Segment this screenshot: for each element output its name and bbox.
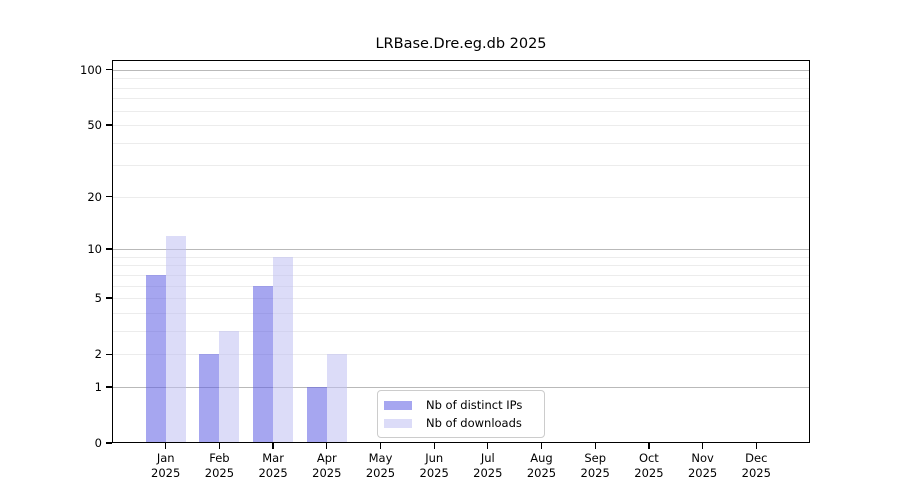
x-tick-aug bbox=[540, 443, 543, 449]
x-tick-nov bbox=[701, 443, 704, 449]
bar-distinct-ips-mar bbox=[253, 285, 274, 443]
y-tick-10 bbox=[106, 248, 112, 250]
y-tick-label-20: 20 bbox=[87, 189, 102, 204]
legend-label-distinct-ips: Nb of distinct IPs bbox=[426, 398, 523, 412]
bar-distinct-ips-jan bbox=[145, 274, 166, 443]
legend-label-downloads: Nb of downloads bbox=[426, 416, 522, 430]
y-tick-50 bbox=[106, 124, 112, 126]
gridline-minor-90 bbox=[112, 78, 810, 80]
gridline-minor-9 bbox=[112, 256, 810, 258]
gridline-minor-3 bbox=[112, 330, 810, 332]
bar-downloads-feb bbox=[219, 330, 240, 443]
x-tick-feb bbox=[218, 443, 221, 449]
y-tick-2 bbox=[106, 353, 112, 355]
x-tick-oct bbox=[648, 443, 650, 449]
bar-distinct-ips-apr bbox=[306, 386, 327, 443]
x-tick-sep bbox=[594, 443, 596, 449]
x-tick-mar bbox=[272, 443, 274, 449]
gridline-minor-50 bbox=[112, 125, 810, 126]
gridline-minor-7 bbox=[112, 274, 810, 276]
y-tick-label-50: 50 bbox=[87, 118, 102, 132]
chart: LRBase.Dre.eg.db 2025 0 1 2 5 10 20 50 100 Jan 2… bbox=[0, 0, 900, 500]
bar-downloads-apr bbox=[326, 354, 347, 443]
y-tick-label-100: 100 bbox=[80, 62, 102, 77]
x-tick-apr bbox=[326, 443, 328, 449]
bar-downloads-jan bbox=[165, 235, 186, 443]
y-tick-20 bbox=[106, 196, 112, 198]
gridline-minor-60 bbox=[112, 110, 810, 112]
gridline-major-100 bbox=[112, 69, 810, 71]
legend-swatch-downloads bbox=[384, 418, 412, 428]
y-tick-100 bbox=[106, 69, 112, 71]
y-tick-5 bbox=[106, 297, 112, 299]
gridline-minor-80 bbox=[112, 87, 810, 89]
x-tick-jan bbox=[165, 443, 167, 449]
gridline-minor-40 bbox=[112, 142, 810, 144]
x-tick-dec bbox=[755, 443, 757, 449]
gridline-minor-8 bbox=[112, 265, 810, 267]
bar-downloads-mar bbox=[273, 256, 294, 443]
y-tick-label-2: 2 bbox=[94, 347, 102, 362]
y-tick-label-5: 5 bbox=[94, 291, 102, 306]
gridline-major-10 bbox=[112, 249, 810, 251]
legend-row-downloads: Nb of downloads bbox=[384, 416, 544, 430]
x-tick-jul bbox=[487, 443, 489, 449]
chart-title: LRBase.Dre.eg.db 2025 bbox=[375, 36, 547, 52]
gridline-minor-5 bbox=[112, 298, 810, 300]
legend-row-distinct-ips: Nb of distinct IPs bbox=[384, 398, 544, 412]
legend-swatch-distinct-ips bbox=[384, 400, 412, 410]
y-tick-label-10: 10 bbox=[87, 242, 102, 257]
y-tick-1 bbox=[106, 386, 112, 388]
y-tick-label-1: 1 bbox=[94, 379, 102, 394]
legend: Nb of distinct IPs Nb of downloads bbox=[377, 390, 545, 438]
x-tick-label-dec: Dec 2025 bbox=[741, 451, 771, 480]
y-tick-0 bbox=[106, 442, 112, 444]
gridline-minor-70 bbox=[112, 98, 810, 100]
y-tick-label-0: 0 bbox=[94, 436, 102, 450]
bar-distinct-ips-feb bbox=[199, 354, 220, 443]
gridline-minor-4 bbox=[112, 312, 810, 314]
x-tick-jun bbox=[433, 443, 435, 449]
gridline-minor-6 bbox=[112, 285, 810, 287]
x-tick-may bbox=[379, 443, 382, 449]
gridline-minor-20 bbox=[112, 196, 810, 198]
gridline-minor-30 bbox=[112, 165, 810, 167]
